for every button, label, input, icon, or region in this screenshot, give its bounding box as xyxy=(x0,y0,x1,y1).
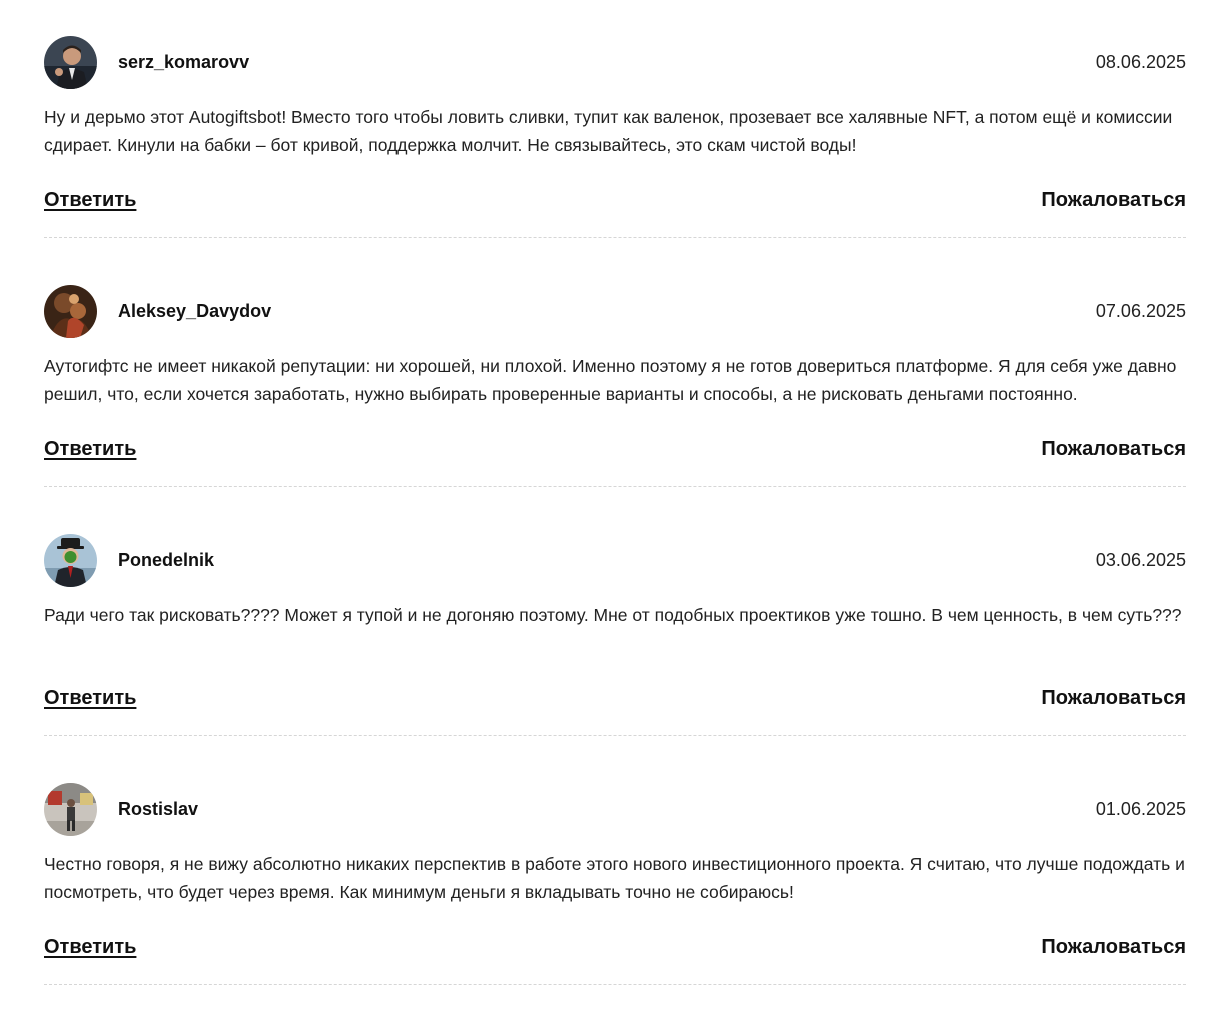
avatar-image xyxy=(44,534,97,587)
comment-item: Ponedelnik 03.06.2025 Ради чего так риск… xyxy=(44,534,1186,772)
comment-header: Aleksey_Davydov 07.06.2025 xyxy=(44,285,1186,338)
divider xyxy=(44,237,1186,238)
divider xyxy=(44,735,1186,736)
avatar-image xyxy=(44,36,97,89)
avatar-image xyxy=(44,783,97,836)
comment-actions: Ответить Пожаловаться xyxy=(44,687,1186,717)
comment-header: Rostislav 01.06.2025 xyxy=(44,783,1186,836)
comment-actions: Ответить Пожаловаться xyxy=(44,189,1186,219)
author-name[interactable]: Ponedelnik xyxy=(118,550,214,571)
report-link[interactable]: Пожаловаться xyxy=(1041,687,1186,710)
comment-header: serz_komarovv 08.06.2025 xyxy=(44,36,1186,89)
comment-date: 07.06.2025 xyxy=(1095,301,1186,321)
divider xyxy=(44,984,1186,985)
comment-date: 01.06.2025 xyxy=(1095,799,1186,819)
avatar[interactable] xyxy=(44,534,97,587)
comment-item: Rostislav 01.06.2025 Честно говоря, я не… xyxy=(44,783,1186,1021)
comment-actions: Ответить Пожаловаться xyxy=(44,438,1186,468)
author-name[interactable]: Rostislav xyxy=(118,799,198,820)
comment-text: Честно говоря, я не вижу абсолютно никак… xyxy=(44,854,1185,902)
divider xyxy=(44,486,1186,487)
comment-header: Ponedelnik 03.06.2025 xyxy=(44,534,1186,587)
report-link[interactable]: Пожаловаться xyxy=(1041,936,1186,959)
comment-text: Ради чего так рисковать???? Может я тупо… xyxy=(44,605,1182,625)
comments-list: serz_komarovv 08.06.2025 Ну и дерьмо это… xyxy=(0,0,1213,1003)
comment-text: Аутогифтс не имеет никакой репутации: ни… xyxy=(44,356,1177,404)
comment-date: 08.06.2025 xyxy=(1095,52,1186,72)
comment-item: serz_komarovv 08.06.2025 Ну и дерьмо это… xyxy=(44,36,1186,274)
report-link[interactable]: Пожаловаться xyxy=(1041,438,1186,461)
author-name[interactable]: serz_komarovv xyxy=(118,52,249,73)
comment-text: Ну и дерьмо этот Autogiftsbot! Вместо то… xyxy=(44,107,1173,155)
avatar[interactable] xyxy=(44,285,97,338)
avatar-image xyxy=(44,285,97,338)
comment-date: 03.06.2025 xyxy=(1095,550,1186,570)
reply-link[interactable]: Ответить xyxy=(44,189,136,212)
comment-actions: Ответить Пожаловаться xyxy=(44,936,1186,966)
comment-item: Aleksey_Davydov 07.06.2025 Аутогифтс не … xyxy=(44,285,1186,523)
reply-link[interactable]: Ответить xyxy=(44,687,136,710)
reply-link[interactable]: Ответить xyxy=(44,936,136,959)
avatar[interactable] xyxy=(44,783,97,836)
avatar[interactable] xyxy=(44,36,97,89)
reply-link[interactable]: Ответить xyxy=(44,438,136,461)
author-name[interactable]: Aleksey_Davydov xyxy=(118,301,271,322)
report-link[interactable]: Пожаловаться xyxy=(1041,189,1186,212)
